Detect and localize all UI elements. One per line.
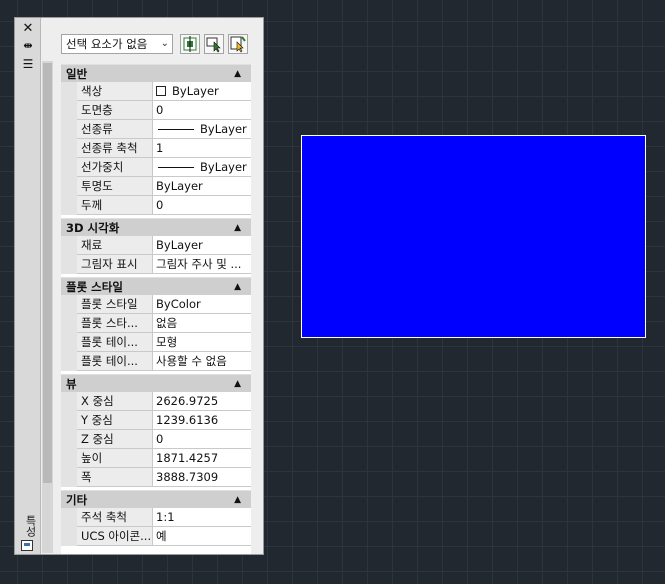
property-value[interactable]: 없음	[153, 314, 251, 333]
property-value[interactable]: ByLayer	[153, 236, 251, 255]
property-row[interactable]: X 중심 2626.9725	[61, 392, 251, 411]
property-value[interactable]: 0	[153, 101, 251, 120]
property-value[interactable]: ByColor	[153, 295, 251, 314]
collapse-icon[interactable]: ▲	[234, 219, 241, 237]
category-title: 기타	[66, 493, 88, 507]
property-value[interactable]: ByLayer	[153, 177, 251, 196]
property-label: UCS 아이콘...	[77, 527, 153, 546]
property-row[interactable]: 그림자 표시 그림자 주사 및 ...	[61, 255, 251, 274]
property-label: Z 중심	[77, 430, 153, 449]
palette-titlebar[interactable]: ✕ ⇹ ☰ 특성	[15, 18, 41, 554]
property-row[interactable]: 폭 3888.7309	[61, 468, 251, 487]
property-row[interactable]: 주석 축척 1:1	[61, 508, 251, 527]
linetype-preview-icon	[158, 129, 194, 130]
select-objects-button[interactable]	[204, 34, 224, 54]
property-value[interactable]: 2626.9725	[153, 392, 251, 411]
property-value[interactable]: 모형	[153, 333, 251, 352]
property-label: Y 중심	[77, 411, 153, 430]
property-row[interactable]: 플롯 테이... 모형	[61, 333, 251, 352]
property-value[interactable]: ByLayer	[153, 82, 251, 101]
property-label: 플롯 스타일	[77, 295, 153, 314]
property-row[interactable]: 선종류 ByLayer	[61, 120, 251, 139]
property-label: 플롯 스타...	[77, 314, 153, 333]
property-value[interactable]: 1	[153, 139, 251, 158]
property-label: X 중심	[77, 392, 153, 411]
property-row[interactable]: 재료 ByLayer	[61, 236, 251, 255]
property-label: 주석 축척	[77, 508, 153, 527]
property-row[interactable]: 투명도 ByLayer	[61, 177, 251, 196]
property-value[interactable]: 0	[153, 430, 251, 449]
category-general[interactable]: 일반 ▲	[61, 64, 251, 82]
color-swatch-icon	[156, 86, 166, 96]
toggle-pickadd-icon	[230, 36, 246, 53]
property-row[interactable]: 플롯 스타... 없음	[61, 314, 251, 333]
property-row[interactable]: Y 중심 1239.6136	[61, 411, 251, 430]
property-label: 두께	[77, 196, 153, 215]
property-label: 도면층	[77, 101, 153, 120]
property-label: 그림자 표시	[77, 255, 153, 274]
property-value[interactable]: 사용할 수 없음	[153, 352, 251, 371]
category-misc[interactable]: 기타 ▲	[61, 490, 251, 508]
property-value[interactable]: 1:1	[153, 508, 251, 527]
quick-select-button[interactable]	[180, 34, 200, 54]
selection-value: 선택 요소가 없음	[66, 37, 148, 51]
collapse-icon[interactable]: ▲	[234, 491, 241, 509]
category-view[interactable]: 뷰 ▲	[61, 374, 251, 392]
properties-palette: ✕ ⇹ ☰ 특성 선택 요소가 없음 ⌄ 일반 ▲ 색상 ByLayer 도면층…	[14, 17, 264, 555]
chevron-down-icon: ⌄	[160, 38, 169, 49]
property-value[interactable]: 그림자 주사 및 ...	[153, 255, 251, 274]
properties-grid: 일반 ▲ 색상 ByLayer 도면층 0 선종류 ByLayer 선종류 축척…	[61, 64, 251, 554]
property-value[interactable]: 0	[153, 196, 251, 215]
autohide-icon[interactable]: ⇹	[20, 39, 36, 53]
property-value[interactable]: 1239.6136	[153, 411, 251, 430]
property-label: 플롯 테이...	[77, 333, 153, 352]
property-row[interactable]: UCS 아이콘... 예	[61, 527, 251, 546]
property-value[interactable]: 예	[153, 527, 251, 546]
property-label: 선가중치	[77, 158, 153, 177]
property-row[interactable]: 높이 1871.4257	[61, 449, 251, 468]
close-icon[interactable]: ✕	[20, 22, 36, 36]
property-row[interactable]: 플롯 테이... 사용할 수 없음	[61, 352, 251, 371]
property-row[interactable]: 도면층 0	[61, 101, 251, 120]
lineweight-preview-icon	[158, 167, 194, 168]
scrollbar-thumb[interactable]	[43, 63, 52, 483]
property-row[interactable]: 플롯 스타일 ByColor	[61, 295, 251, 314]
collapse-icon[interactable]: ▲	[234, 65, 241, 83]
palette-scrollbar[interactable]	[42, 61, 53, 553]
property-label: 투명도	[77, 177, 153, 196]
property-value[interactable]: ByLayer	[153, 120, 251, 139]
property-row[interactable]: 선종류 축척 1	[61, 139, 251, 158]
category-title: 3D 시각화	[66, 221, 120, 235]
select-objects-icon	[206, 37, 221, 53]
quick-select-icon	[183, 36, 197, 52]
selection-dropdown[interactable]: 선택 요소가 없음 ⌄	[61, 34, 173, 54]
property-label: 재료	[77, 236, 153, 255]
property-label: 선종류	[77, 120, 153, 139]
property-value[interactable]: ByLayer	[153, 158, 251, 177]
property-row[interactable]: 색상 ByLayer	[61, 82, 251, 101]
property-row[interactable]: 선가중치 ByLayer	[61, 158, 251, 177]
property-value[interactable]: 1871.4257	[153, 449, 251, 468]
property-label: 선종류 축척	[77, 139, 153, 158]
property-label: 플롯 테이...	[77, 352, 153, 371]
category-title: 플롯 스타일	[66, 280, 123, 294]
property-row[interactable]: Z 중심 0	[61, 430, 251, 449]
toggle-pickadd-button[interactable]	[228, 34, 248, 54]
collapse-icon[interactable]: ▲	[234, 375, 241, 393]
category-plot-style[interactable]: 플롯 스타일 ▲	[61, 277, 251, 295]
property-value[interactable]: 3888.7309	[153, 468, 251, 487]
category-title: 뷰	[66, 377, 77, 391]
property-row[interactable]: 두께 0	[61, 196, 251, 215]
palette-settings-icon[interactable]	[21, 540, 33, 551]
property-label: 높이	[77, 449, 153, 468]
property-label: 폭	[77, 468, 153, 487]
category-3d-visualization[interactable]: 3D 시각화 ▲	[61, 218, 251, 236]
collapse-icon[interactable]: ▲	[234, 278, 241, 296]
properties-menu-icon[interactable]: ☰	[20, 57, 36, 71]
blue-rectangle[interactable]	[301, 135, 646, 338]
category-title: 일반	[66, 67, 88, 81]
property-label: 색상	[77, 82, 153, 101]
